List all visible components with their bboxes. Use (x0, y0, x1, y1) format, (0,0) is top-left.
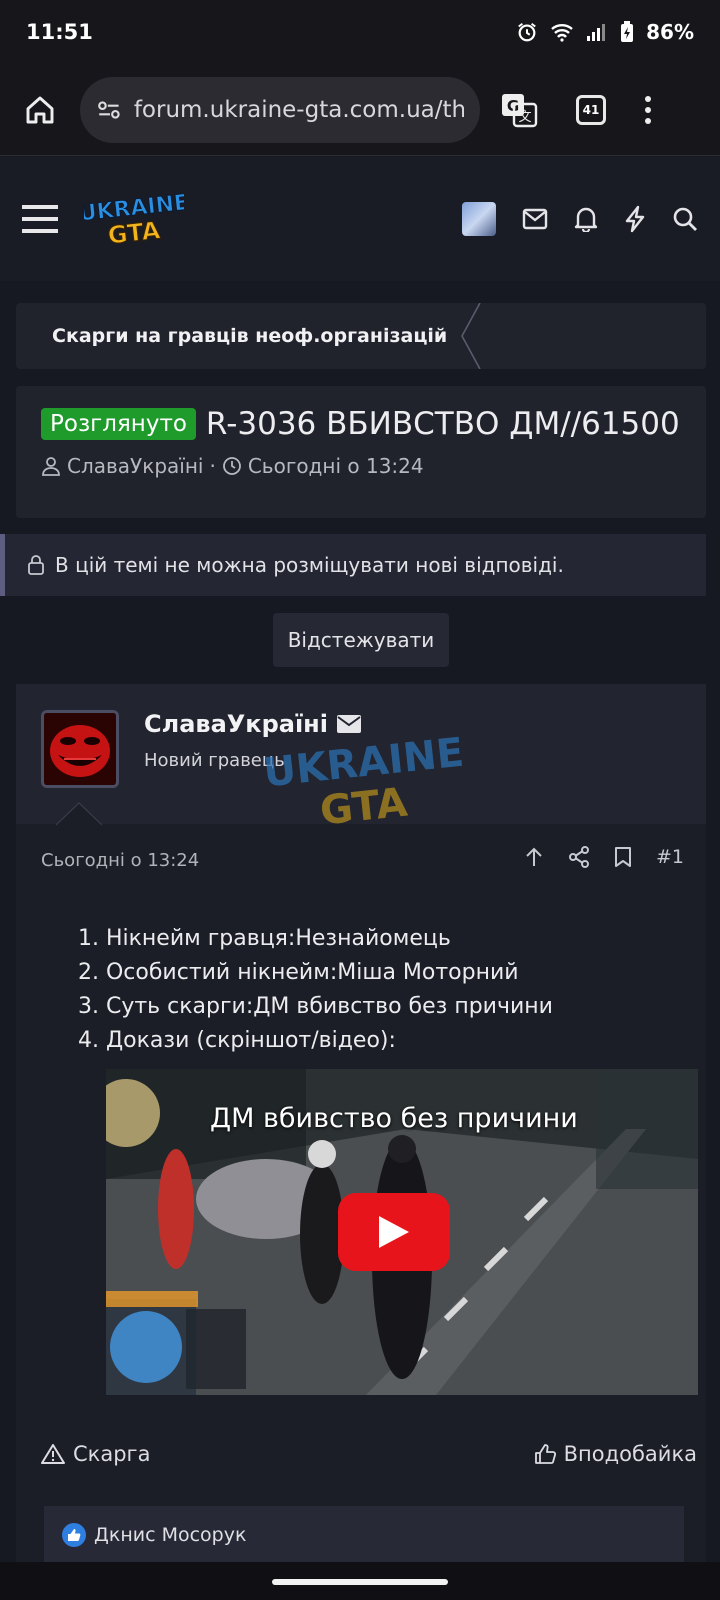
whats-new-bolt-icon[interactable] (624, 205, 646, 233)
home-gesture-handle[interactable] (272, 1579, 448, 1585)
bell-icon[interactable] (574, 206, 598, 232)
message-user-icon[interactable] (336, 714, 362, 734)
tab-switcher-button[interactable]: 41 (576, 94, 606, 125)
locked-notice-text: В цій темі не можна розміщувати нові від… (55, 553, 564, 577)
clock-icon (222, 457, 241, 475)
site-settings-icon[interactable] (96, 97, 122, 123)
wifi-icon (551, 24, 573, 42)
logo-bottom-text: GTA (107, 216, 162, 249)
report-label: Скарга (73, 1442, 151, 1466)
post-number-link[interactable]: #1 (656, 846, 684, 868)
site-header: UKRAINE GTA (0, 157, 720, 281)
status-bar: 11:51 86% (0, 0, 720, 64)
breadcrumb-label: Скарги на гравців неоф.організацій (52, 325, 448, 347)
url-text: forum.ukraine-gta.com.ua/th (133, 96, 464, 123)
logo-watermark: UKRAINE GTA (264, 736, 464, 835)
breadcrumb-chevron-icon (461, 303, 481, 369)
url-bar[interactable]: forum.ukraine-gta.com.ua/th (80, 76, 480, 143)
liked-by-link[interactable]: Дкнис Мосорук (94, 1524, 246, 1546)
report-button[interactable]: Скарга (41, 1442, 150, 1466)
meta-separator: · (209, 454, 216, 478)
warning-icon (41, 1444, 65, 1464)
list-item: 2. Особистий нікнейм:Міша Моторний (78, 960, 519, 985)
video-embed[interactable]: ДМ вбивство без причини (106, 1069, 698, 1395)
list-item: 4. Докази (скріншот/відео): (78, 1028, 396, 1053)
list-item: 1. Нікнейм гравця:Незнайомець (78, 926, 451, 951)
share-icon[interactable] (568, 846, 590, 868)
svg-text:GTA: GTA (318, 780, 410, 835)
post-username[interactable]: СлаваУкраїні (144, 710, 328, 738)
play-button[interactable] (338, 1193, 450, 1271)
locked-notice: В цій темі не можна розміщувати нові від… (0, 534, 706, 596)
home-icon (26, 96, 54, 123)
site-logo[interactable]: UKRAINE GTA (77, 189, 191, 250)
signal-icon (587, 24, 606, 41)
search-icon[interactable] (672, 206, 698, 232)
post-date[interactable]: Сьогодні о 13:24 (41, 850, 199, 871)
page-title: R-3036 ВБИВСТВО ДМ//61500 (205, 406, 680, 442)
video-title: ДМ вбивство без причини (210, 1103, 578, 1134)
thread-date-link[interactable]: Сьогодні о 13:24 (248, 454, 424, 478)
thread-header: Розглянуто R-3036 ВБИВСТВО ДМ//61500 Сла… (16, 386, 706, 518)
arrow-up-icon[interactable] (524, 846, 544, 868)
bookmark-icon[interactable] (614, 846, 632, 868)
breadcrumb[interactable]: Скарги на гравців неоф.організацій (16, 303, 706, 369)
post-pointer (56, 802, 102, 826)
status-badge: Розглянуто (41, 408, 196, 440)
post-footer: Скарга Вподобайка (41, 1442, 697, 1466)
translate-icon[interactable]: G文 (500, 92, 538, 128)
svg-text:文: 文 (518, 110, 531, 125)
system-nav-bar (0, 1562, 720, 1600)
thread-author-link[interactable]: СлаваУкраїні (67, 454, 203, 478)
alarm-icon (518, 22, 536, 42)
clock: 11:51 (26, 20, 93, 44)
home-button[interactable] (0, 94, 80, 126)
battery-level: 86% (646, 20, 694, 44)
account-avatar[interactable] (462, 202, 496, 236)
like-reaction-icon (62, 1523, 86, 1547)
post-user-header: СлаваУкраїні Новий гравець UKRAINE GTA (16, 684, 706, 834)
post: СлаваУкраїні Новий гравець UKRAINE GTA С… (16, 684, 706, 1600)
like-button[interactable]: Вподобайка (534, 1442, 697, 1466)
user-icon (42, 457, 60, 476)
play-icon (379, 1216, 409, 1248)
browser-toolbar: forum.ukraine-gta.com.ua/th G文 41 (0, 64, 720, 156)
reactions-bar[interactable]: Дкнис Мосорук (44, 1506, 684, 1564)
more-menu-icon[interactable] (644, 95, 652, 125)
hamburger-menu-icon[interactable] (22, 204, 58, 234)
lock-icon (28, 555, 44, 575)
thumbs-up-icon (534, 1444, 556, 1464)
watch-thread-button[interactable]: Відстежувати (273, 613, 449, 667)
list-item: 3. Суть скарги:ДМ вбивство без причини (78, 994, 553, 1019)
post-content-list: 1. Нікнейм гравця:Незнайомець 2. Особист… (78, 922, 553, 1058)
inbox-icon[interactable] (522, 208, 548, 230)
avatar[interactable] (41, 710, 119, 788)
battery-charging-icon (621, 21, 634, 42)
like-label: Вподобайка (563, 1442, 697, 1466)
